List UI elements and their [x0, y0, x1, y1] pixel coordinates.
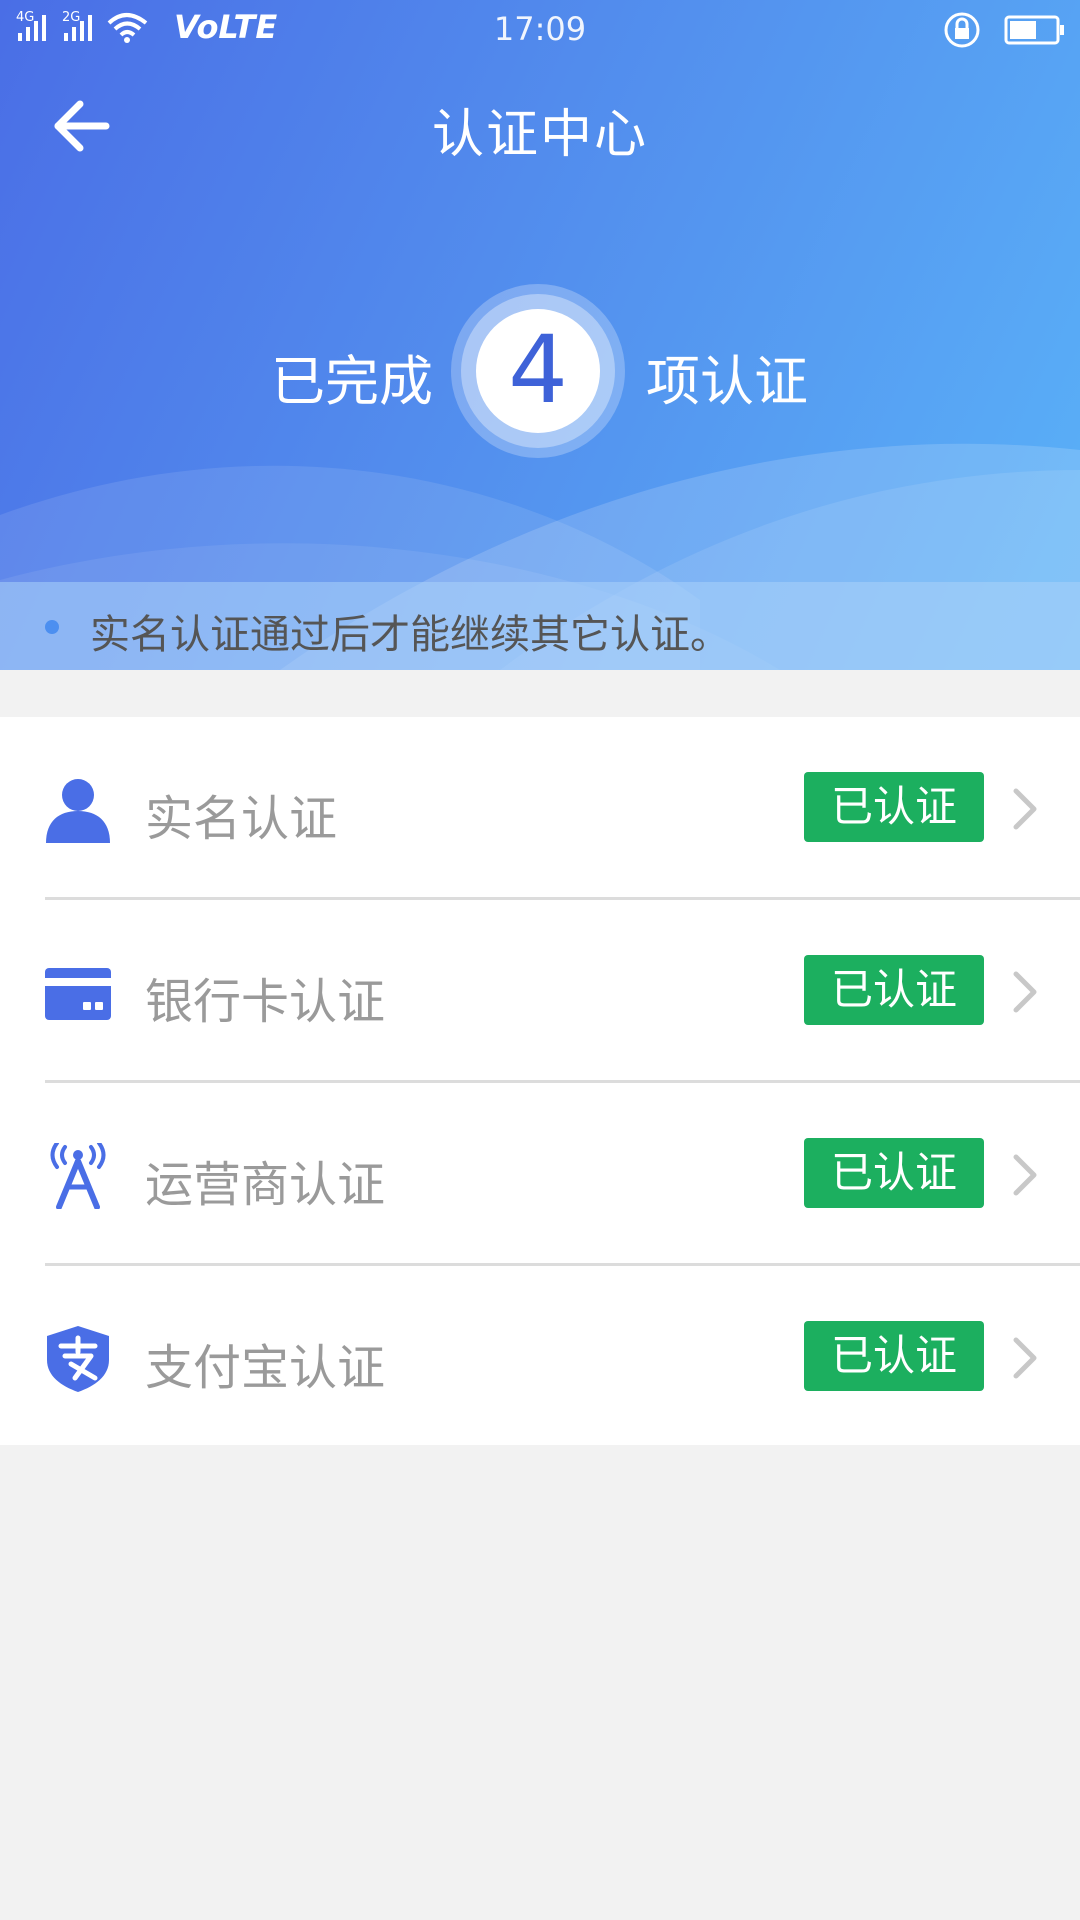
status-right	[942, 10, 1066, 50]
bank-card-icon	[45, 968, 111, 1020]
notice-banner: 实名认证通过后才能继续其它认证。	[0, 582, 1080, 670]
header-banner: 4G 2G VoLTE 17:09 认证中心 已完成 4 项认证 实名认证通过后…	[0, 0, 1080, 670]
verified-badge: 已认证	[804, 1138, 984, 1208]
verification-label: 银行卡认证	[145, 974, 386, 1030]
notice-text: 实名认证通过后才能继续其它认证。	[90, 612, 730, 658]
verification-item-bank-card[interactable]: 银行卡认证 已认证	[0, 900, 1080, 1083]
verification-label: 运营商认证	[145, 1157, 386, 1213]
verification-label: 支付宝认证	[145, 1340, 386, 1396]
verification-summary: 已完成 4 项认证	[0, 282, 1080, 462]
alipay-shield-icon	[47, 1326, 109, 1392]
completed-count: 4	[476, 309, 600, 433]
signal-tower-icon	[50, 1143, 106, 1209]
verification-item-carrier[interactable]: 运营商认证 已认证	[0, 1083, 1080, 1266]
battery-icon	[1004, 15, 1064, 45]
verified-badge: 已认证	[804, 1321, 984, 1391]
chevron-right-icon	[1013, 788, 1037, 830]
verified-badge: 已认证	[804, 772, 984, 842]
summary-prefix: 已完成	[271, 350, 433, 413]
navigation-bar: 认证中心	[0, 80, 1080, 170]
chevron-right-icon	[1013, 1154, 1037, 1196]
person-icon	[46, 779, 110, 843]
verification-label: 实名认证	[145, 791, 338, 847]
verification-item-real-name[interactable]: 实名认证 已认证	[0, 717, 1080, 900]
verified-badge: 已认证	[804, 955, 984, 1025]
chevron-right-icon	[1013, 971, 1037, 1013]
summary-suffix: 项认证	[646, 350, 808, 413]
status-time: 17:09	[493, 10, 587, 48]
verification-item-alipay[interactable]: 支付宝认证 已认证	[0, 1266, 1080, 1449]
bullet-dot	[45, 620, 59, 634]
verification-list: 实名认证 已认证 银行卡认证 已认证 运营商认证 已认证 支付宝认证 已认证	[0, 717, 1080, 1445]
rotation-lock-icon	[944, 12, 980, 48]
chevron-right-icon	[1013, 1337, 1037, 1379]
page-title: 认证中心	[431, 105, 648, 165]
status-bar: 4G 2G VoLTE 17:09	[0, 0, 1080, 56]
